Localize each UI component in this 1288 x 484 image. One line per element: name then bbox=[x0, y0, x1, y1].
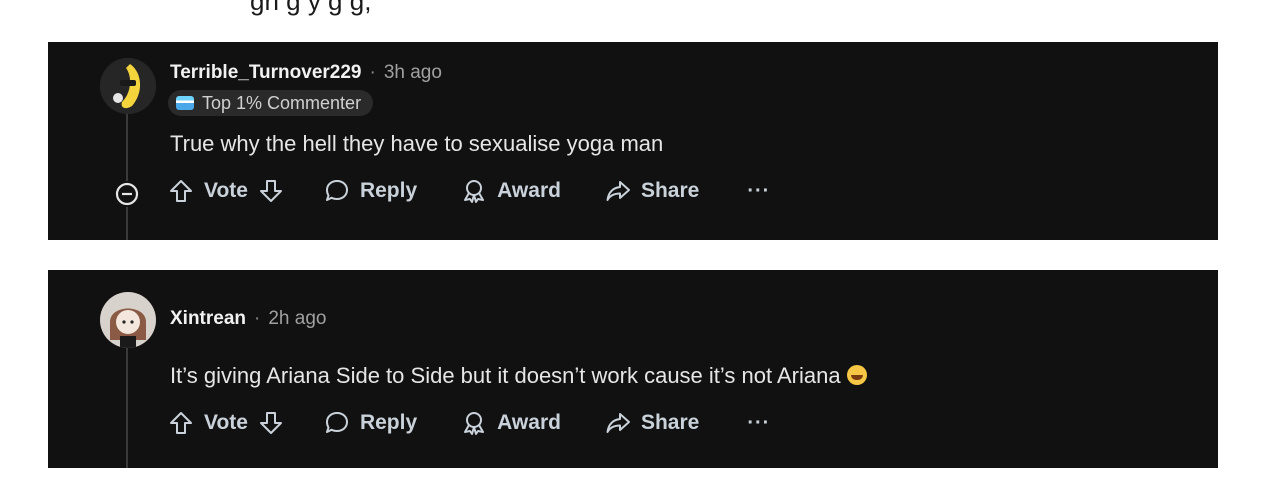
comment-card: Terrible_Turnover229 · 3h ago Top 1% Com… bbox=[48, 42, 1218, 240]
share-label: Share bbox=[640, 411, 700, 434]
downvote-icon[interactable] bbox=[258, 178, 284, 204]
anime-avatar-icon bbox=[100, 292, 156, 348]
reply-icon bbox=[325, 412, 348, 433]
collapse-button[interactable] bbox=[114, 181, 140, 207]
more-options-button[interactable]: ··· bbox=[747, 412, 770, 435]
comment-header: Xintrean · 2h ago bbox=[170, 308, 326, 330]
separator: · bbox=[254, 308, 261, 329]
reply-label: Reply bbox=[359, 179, 418, 202]
share-label: Share bbox=[640, 179, 700, 202]
upvote-icon[interactable] bbox=[168, 178, 194, 204]
reply-label: Reply bbox=[359, 411, 418, 434]
thread-line[interactable] bbox=[126, 340, 128, 468]
banana-avatar-icon bbox=[100, 58, 156, 114]
flair-label: Top 1% Commenter bbox=[202, 92, 362, 113]
cropped-header-text: gh g y g g, bbox=[250, 0, 372, 16]
reply-button[interactable]: Reply bbox=[324, 410, 417, 436]
award-button[interactable]: Award bbox=[461, 410, 561, 436]
award-icon bbox=[464, 180, 485, 203]
collapse-icon bbox=[115, 182, 139, 206]
share-icon bbox=[606, 181, 630, 201]
vote-group: Vote bbox=[168, 410, 284, 436]
flair-icon bbox=[176, 96, 194, 110]
separator: · bbox=[369, 62, 376, 83]
award-button[interactable]: Award bbox=[461, 178, 561, 204]
vote-label: Vote bbox=[204, 179, 248, 202]
user-flair: Top 1% Commenter bbox=[168, 90, 374, 116]
award-label: Award bbox=[497, 411, 561, 434]
reply-icon bbox=[325, 180, 348, 201]
share-button[interactable]: Share bbox=[605, 410, 699, 436]
share-button[interactable]: Share bbox=[605, 178, 699, 204]
more-options-button[interactable]: ··· bbox=[747, 180, 770, 203]
reply-button[interactable]: Reply bbox=[324, 178, 417, 204]
vote-label: Vote bbox=[204, 411, 248, 434]
avatar[interactable] bbox=[100, 58, 156, 114]
timestamp[interactable]: 3h ago bbox=[384, 62, 442, 84]
avatar[interactable] bbox=[100, 292, 156, 348]
username[interactable]: Xintrean bbox=[170, 308, 246, 330]
comment-card: Xintrean · 2h ago It’s giving Ariana Sid… bbox=[48, 270, 1218, 468]
vote-group: Vote bbox=[168, 178, 284, 204]
award-label: Award bbox=[497, 179, 561, 202]
username[interactable]: Terrible_Turnover229 bbox=[170, 62, 361, 84]
action-bar: Vote Reply Award Share ··· bbox=[168, 178, 770, 204]
downvote-icon[interactable] bbox=[258, 410, 284, 436]
comment-text-content: It’s giving Ariana Side to Side but it d… bbox=[170, 363, 841, 388]
award-icon bbox=[464, 412, 485, 435]
comment-text: True why the hell they have to sexualise… bbox=[170, 131, 664, 156]
thread-line[interactable] bbox=[126, 112, 128, 240]
timestamp[interactable]: 2h ago bbox=[268, 308, 326, 330]
laugh-emoji-icon bbox=[846, 365, 867, 385]
comment-text: It’s giving Ariana Side to Side but it d… bbox=[170, 363, 867, 389]
action-bar: Vote Reply Award Share ··· bbox=[168, 410, 770, 436]
comment-header: Terrible_Turnover229 · 3h ago bbox=[170, 62, 442, 84]
share-icon bbox=[606, 413, 630, 433]
upvote-icon[interactable] bbox=[168, 410, 194, 436]
